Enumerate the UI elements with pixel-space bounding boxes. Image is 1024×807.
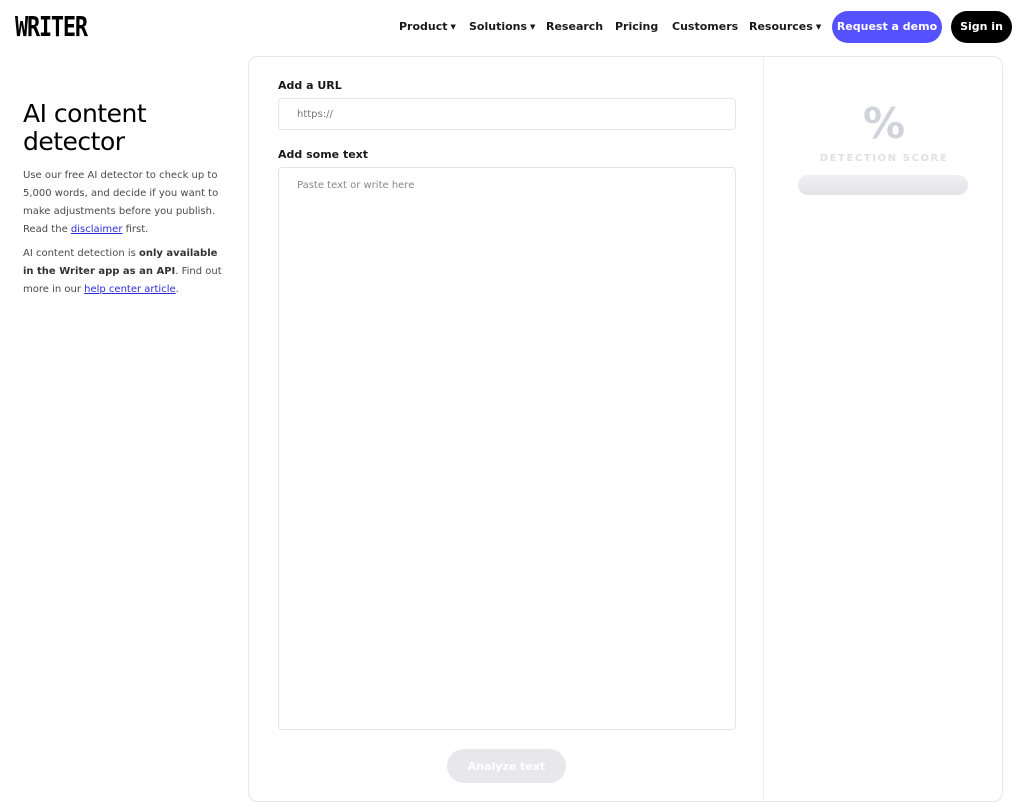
intro-description: Use our free AI detector to check up to … <box>23 167 228 239</box>
nav-product-label: Product <box>399 20 448 33</box>
nav-solutions[interactable]: Solutions ▼ <box>469 11 535 43</box>
nav-research-label: Research <box>546 20 604 33</box>
nav-resources[interactable]: Resources ▼ <box>749 11 821 43</box>
help-center-link[interactable]: help center article <box>84 284 176 295</box>
detection-score-bar <box>798 175 968 195</box>
text-input[interactable] <box>278 167 736 730</box>
url-label: Add a URL <box>278 79 342 92</box>
detection-score-label: DETECTION SCORE <box>819 153 949 164</box>
intro-api-note: AI content detection is only available i… <box>23 245 228 299</box>
nav-solutions-label: Solutions <box>469 20 528 33</box>
main-nav: Product ▼ Solutions ▼ Research Pricing Cus… <box>0 11 1024 43</box>
nav-pricing[interactable]: Pricing <box>615 11 658 43</box>
page-title: AI content detector <box>23 99 147 156</box>
disclaimer-link[interactable]: disclaimer <box>71 224 123 235</box>
intro-p1-end: first. <box>122 224 149 235</box>
analyze-button[interactable]: Analyze text <box>447 749 566 783</box>
detector-card: Add a URL Add some text Analyze text % D… <box>248 56 1003 802</box>
panel-divider <box>763 57 764 801</box>
nav-pricing-label: Pricing <box>615 20 659 33</box>
caret-down-icon: ▼ <box>450 23 456 31</box>
nav-customers[interactable]: Customers <box>672 11 738 43</box>
nav-resources-label: Resources <box>749 20 813 33</box>
intro-p2-end: . <box>175 284 179 295</box>
text-label: Add some text <box>278 148 369 161</box>
percent-icon: % <box>862 99 906 148</box>
nav-product[interactable]: Product ▼ <box>399 11 456 43</box>
request-demo-button[interactable]: Request a demo <box>832 11 942 43</box>
url-input[interactable] <box>278 98 736 130</box>
intro-p2-text: AI content detection is <box>23 248 140 259</box>
caret-down-icon: ▼ <box>815 23 822 31</box>
intro-section: AI content detector Use our free AI dete… <box>23 100 228 305</box>
nav-customers-label: Customers <box>672 20 739 33</box>
nav-research[interactable]: Research <box>546 11 603 43</box>
sign-in-button[interactable]: Sign in <box>951 11 1012 43</box>
caret-down-icon: ▼ <box>530 23 536 31</box>
